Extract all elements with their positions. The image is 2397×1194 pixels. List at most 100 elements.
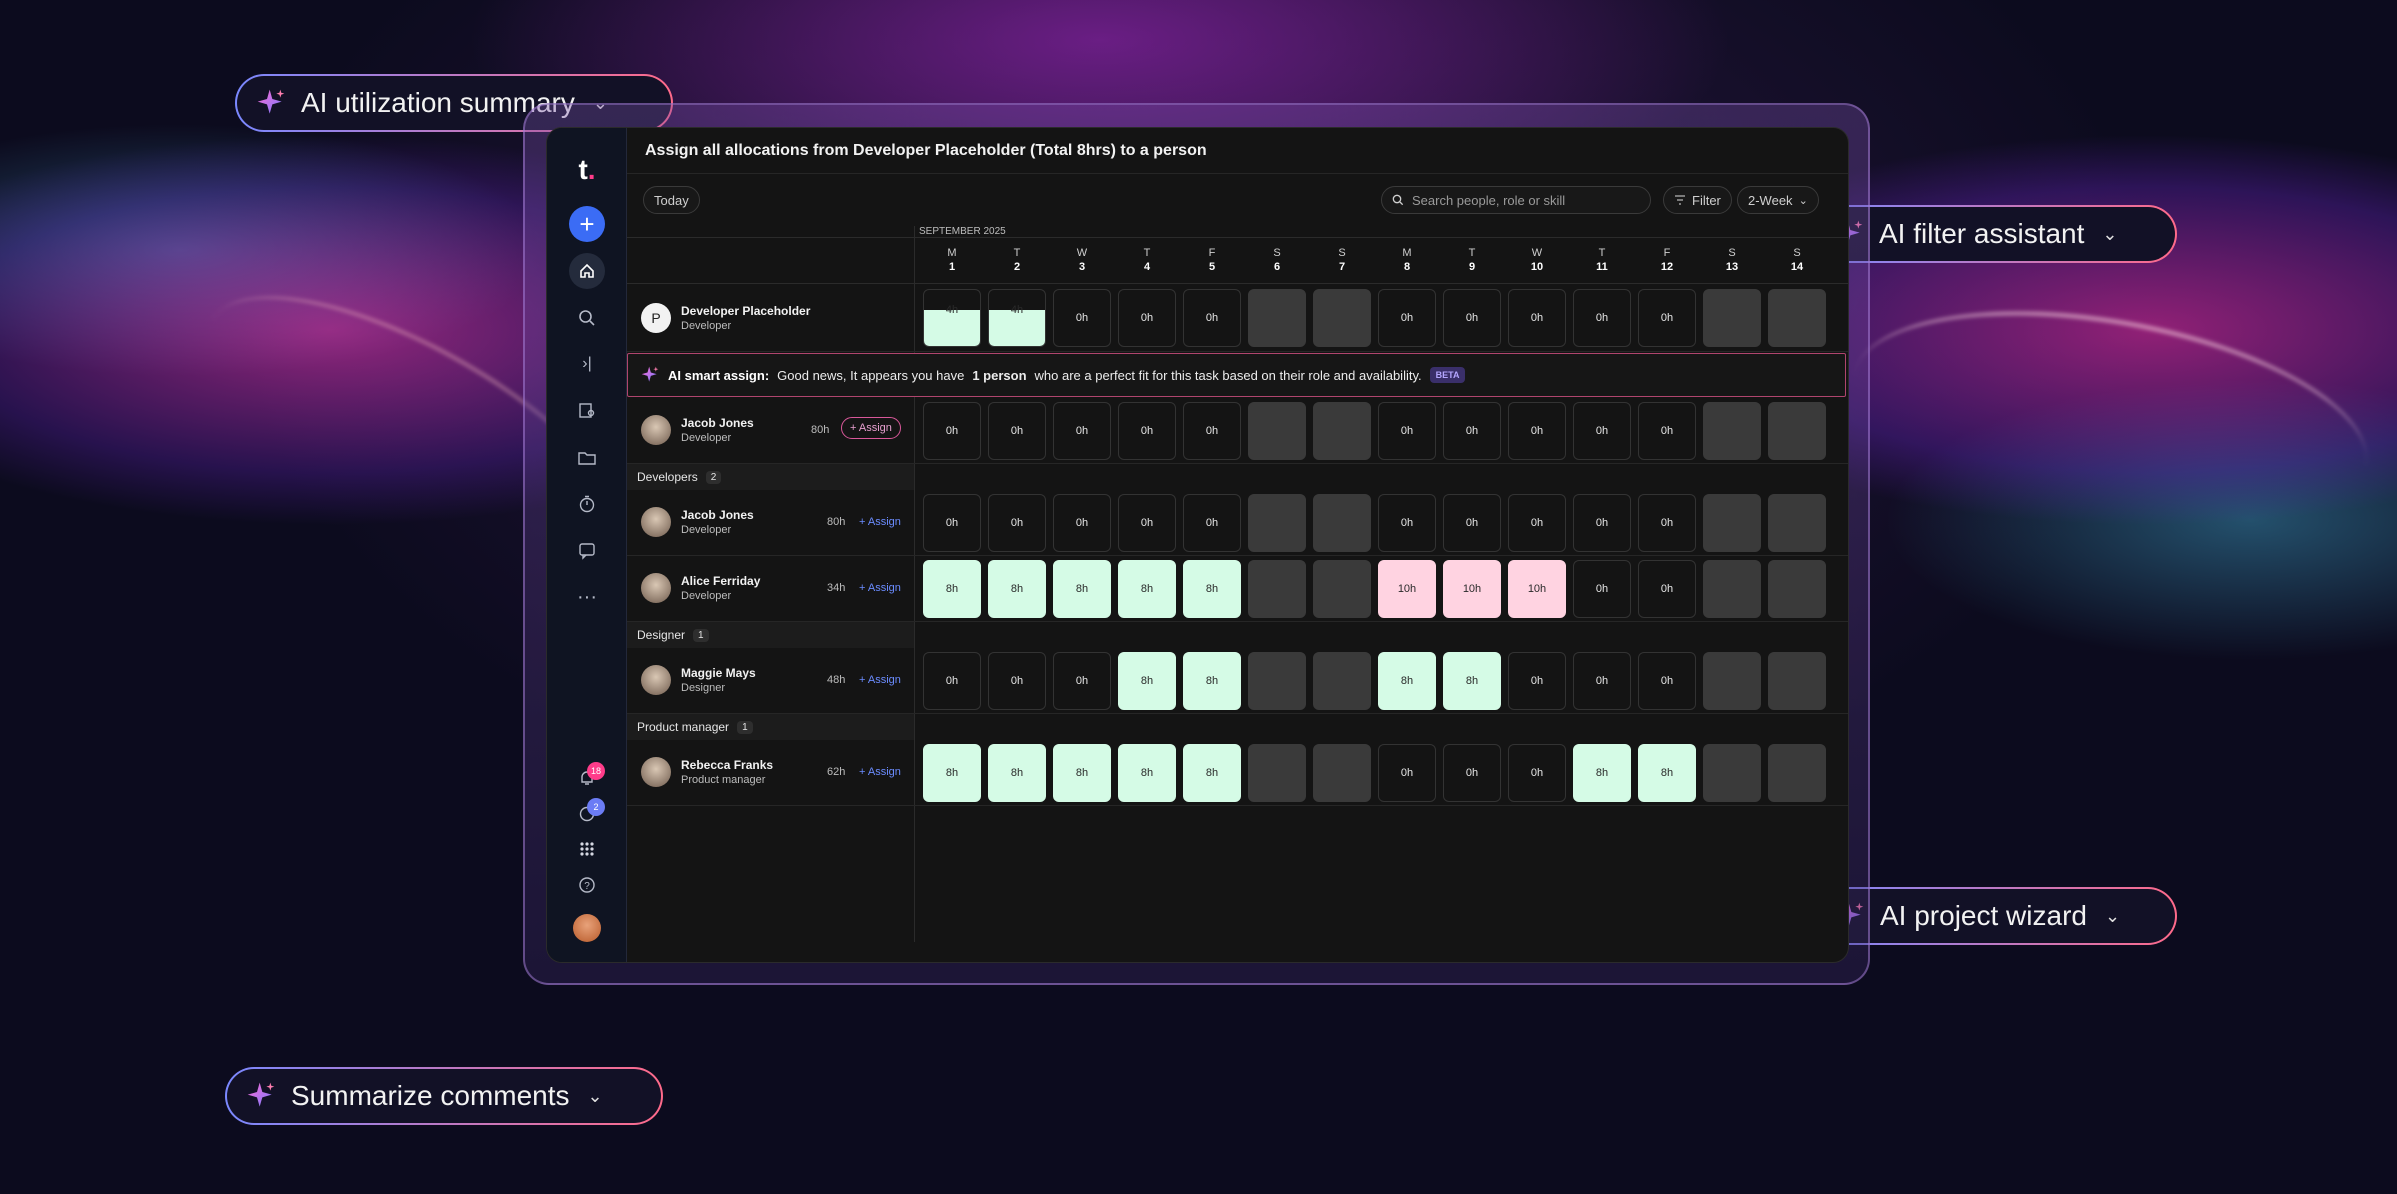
allocation-cell[interactable]: 0h: [1053, 652, 1111, 710]
allocation-cell[interactable]: 0h: [1053, 494, 1111, 552]
summarize-comments-chip[interactable]: Summarize comments ⌄: [225, 1067, 663, 1125]
allocation-cell[interactable]: 0h: [1443, 744, 1501, 802]
allocation-cell[interactable]: 0h: [1183, 402, 1241, 460]
allocation-cell[interactable]: 0h: [988, 494, 1046, 552]
allocation-cell[interactable]: [1768, 744, 1826, 802]
allocation-cell[interactable]: 0h: [1638, 560, 1696, 618]
assign-button[interactable]: + Assign: [859, 766, 901, 778]
allocation-cell[interactable]: 0h: [1638, 652, 1696, 710]
allocation-cell[interactable]: 0h: [1508, 289, 1566, 347]
allocation-cell[interactable]: [1768, 289, 1826, 347]
allocation-cell[interactable]: [1313, 652, 1371, 710]
allocation-cell[interactable]: 0h: [1508, 402, 1566, 460]
search-icon[interactable]: [569, 300, 605, 336]
allocation-cell[interactable]: 4h: [923, 289, 981, 347]
filter-button[interactable]: Filter: [1663, 186, 1732, 214]
allocation-cell[interactable]: 0h: [1573, 402, 1631, 460]
allocation-cell[interactable]: [1768, 652, 1826, 710]
allocation-cell[interactable]: [1703, 744, 1761, 802]
person-info[interactable]: Jacob Jones Developer: [641, 415, 754, 445]
allocation-cell[interactable]: 10h: [1378, 560, 1436, 618]
allocation-cell[interactable]: 0h: [988, 402, 1046, 460]
allocation-cell[interactable]: 0h: [988, 652, 1046, 710]
allocation-cell[interactable]: 0h: [1573, 560, 1631, 618]
allocation-cell[interactable]: [1313, 560, 1371, 618]
help-icon[interactable]: ?: [569, 867, 605, 903]
allocation-cell[interactable]: [1703, 560, 1761, 618]
today-button[interactable]: Today: [643, 186, 700, 214]
allocation-cell[interactable]: 8h: [923, 560, 981, 618]
person-info[interactable]: Maggie Mays Designer: [641, 665, 756, 695]
allocation-cell[interactable]: 0h: [1378, 402, 1436, 460]
allocation-cell[interactable]: 8h: [1118, 652, 1176, 710]
allocation-cell[interactable]: 0h: [1443, 289, 1501, 347]
assign-button[interactable]: + Assign: [859, 582, 901, 594]
allocation-cell[interactable]: 8h: [1053, 560, 1111, 618]
allocation-cell[interactable]: 8h: [1573, 744, 1631, 802]
allocation-cell[interactable]: 4h: [988, 289, 1046, 347]
collapse-icon[interactable]: ›|: [569, 346, 605, 382]
allocation-cell[interactable]: [1703, 494, 1761, 552]
allocation-cell[interactable]: 0h: [1378, 744, 1436, 802]
allocation-cell[interactable]: [1703, 652, 1761, 710]
allocation-cell[interactable]: [1248, 494, 1306, 552]
allocation-cell[interactable]: 0h: [1378, 494, 1436, 552]
allocation-cell[interactable]: 0h: [1053, 289, 1111, 347]
allocation-cell[interactable]: 0h: [1443, 402, 1501, 460]
feedback-icon[interactable]: [569, 533, 605, 569]
allocation-cell[interactable]: 0h: [1183, 289, 1241, 347]
allocation-cell[interactable]: 0h: [923, 494, 981, 552]
allocation-cell[interactable]: [1768, 494, 1826, 552]
allocation-cell[interactable]: [1248, 402, 1306, 460]
allocation-cell[interactable]: 8h: [1638, 744, 1696, 802]
allocation-cell[interactable]: 8h: [923, 744, 981, 802]
allocation-cell[interactable]: 0h: [1638, 402, 1696, 460]
assign-button[interactable]: + Assign: [859, 674, 901, 686]
allocation-cell[interactable]: 10h: [1508, 560, 1566, 618]
user-avatar[interactable]: [573, 914, 601, 942]
allocation-cell[interactable]: 8h: [988, 560, 1046, 618]
chat-icon[interactable]: 2: [569, 796, 605, 832]
allocation-cell[interactable]: [1703, 289, 1761, 347]
plus-icon[interactable]: +: [569, 206, 605, 242]
allocation-cell[interactable]: 8h: [988, 744, 1046, 802]
allocation-cell[interactable]: [1248, 652, 1306, 710]
allocation-cell[interactable]: 0h: [1053, 402, 1111, 460]
allocation-cell[interactable]: 0h: [1118, 402, 1176, 460]
allocation-cell[interactable]: 0h: [923, 402, 981, 460]
allocation-cell[interactable]: 0h: [1443, 494, 1501, 552]
allocation-cell[interactable]: 8h: [1118, 744, 1176, 802]
allocation-cell[interactable]: 0h: [1508, 494, 1566, 552]
people-icon[interactable]: [569, 393, 605, 429]
allocation-cell[interactable]: 8h: [1118, 560, 1176, 618]
allocation-cell[interactable]: [1313, 289, 1371, 347]
folder-icon[interactable]: [569, 440, 605, 476]
app-logo[interactable]: t.: [569, 152, 605, 188]
apps-icon[interactable]: [569, 831, 605, 867]
group-header[interactable]: Developers 2: [627, 464, 914, 490]
allocation-cell[interactable]: [1248, 289, 1306, 347]
allocation-cell[interactable]: [1768, 560, 1826, 618]
person-info[interactable]: P Developer Placeholder Developer: [641, 303, 810, 333]
bell-icon[interactable]: 18: [569, 760, 605, 796]
assign-button[interactable]: + Assign: [841, 417, 901, 439]
timer-icon[interactable]: [569, 486, 605, 522]
group-header[interactable]: Designer 1: [627, 622, 914, 648]
search-input[interactable]: Search people, role or skill: [1381, 186, 1651, 214]
allocation-cell[interactable]: 0h: [1118, 289, 1176, 347]
allocation-cell[interactable]: [1248, 560, 1306, 618]
allocation-cell[interactable]: 8h: [1443, 652, 1501, 710]
allocation-cell[interactable]: 0h: [1378, 289, 1436, 347]
allocation-cell[interactable]: 0h: [1638, 494, 1696, 552]
allocation-cell[interactable]: 0h: [1573, 494, 1631, 552]
view-select[interactable]: 2-Week ⌄: [1737, 186, 1819, 214]
allocation-cell[interactable]: 0h: [1508, 652, 1566, 710]
allocation-cell[interactable]: 10h: [1443, 560, 1501, 618]
allocation-cell[interactable]: 8h: [1183, 560, 1241, 618]
allocation-cell[interactable]: 0h: [923, 652, 981, 710]
assign-button[interactable]: + Assign: [859, 516, 901, 528]
allocation-cell[interactable]: 0h: [1508, 744, 1566, 802]
group-header[interactable]: Product manager 1: [627, 714, 914, 740]
person-info[interactable]: Alice Ferriday Developer: [641, 573, 760, 603]
allocation-cell[interactable]: [1313, 494, 1371, 552]
